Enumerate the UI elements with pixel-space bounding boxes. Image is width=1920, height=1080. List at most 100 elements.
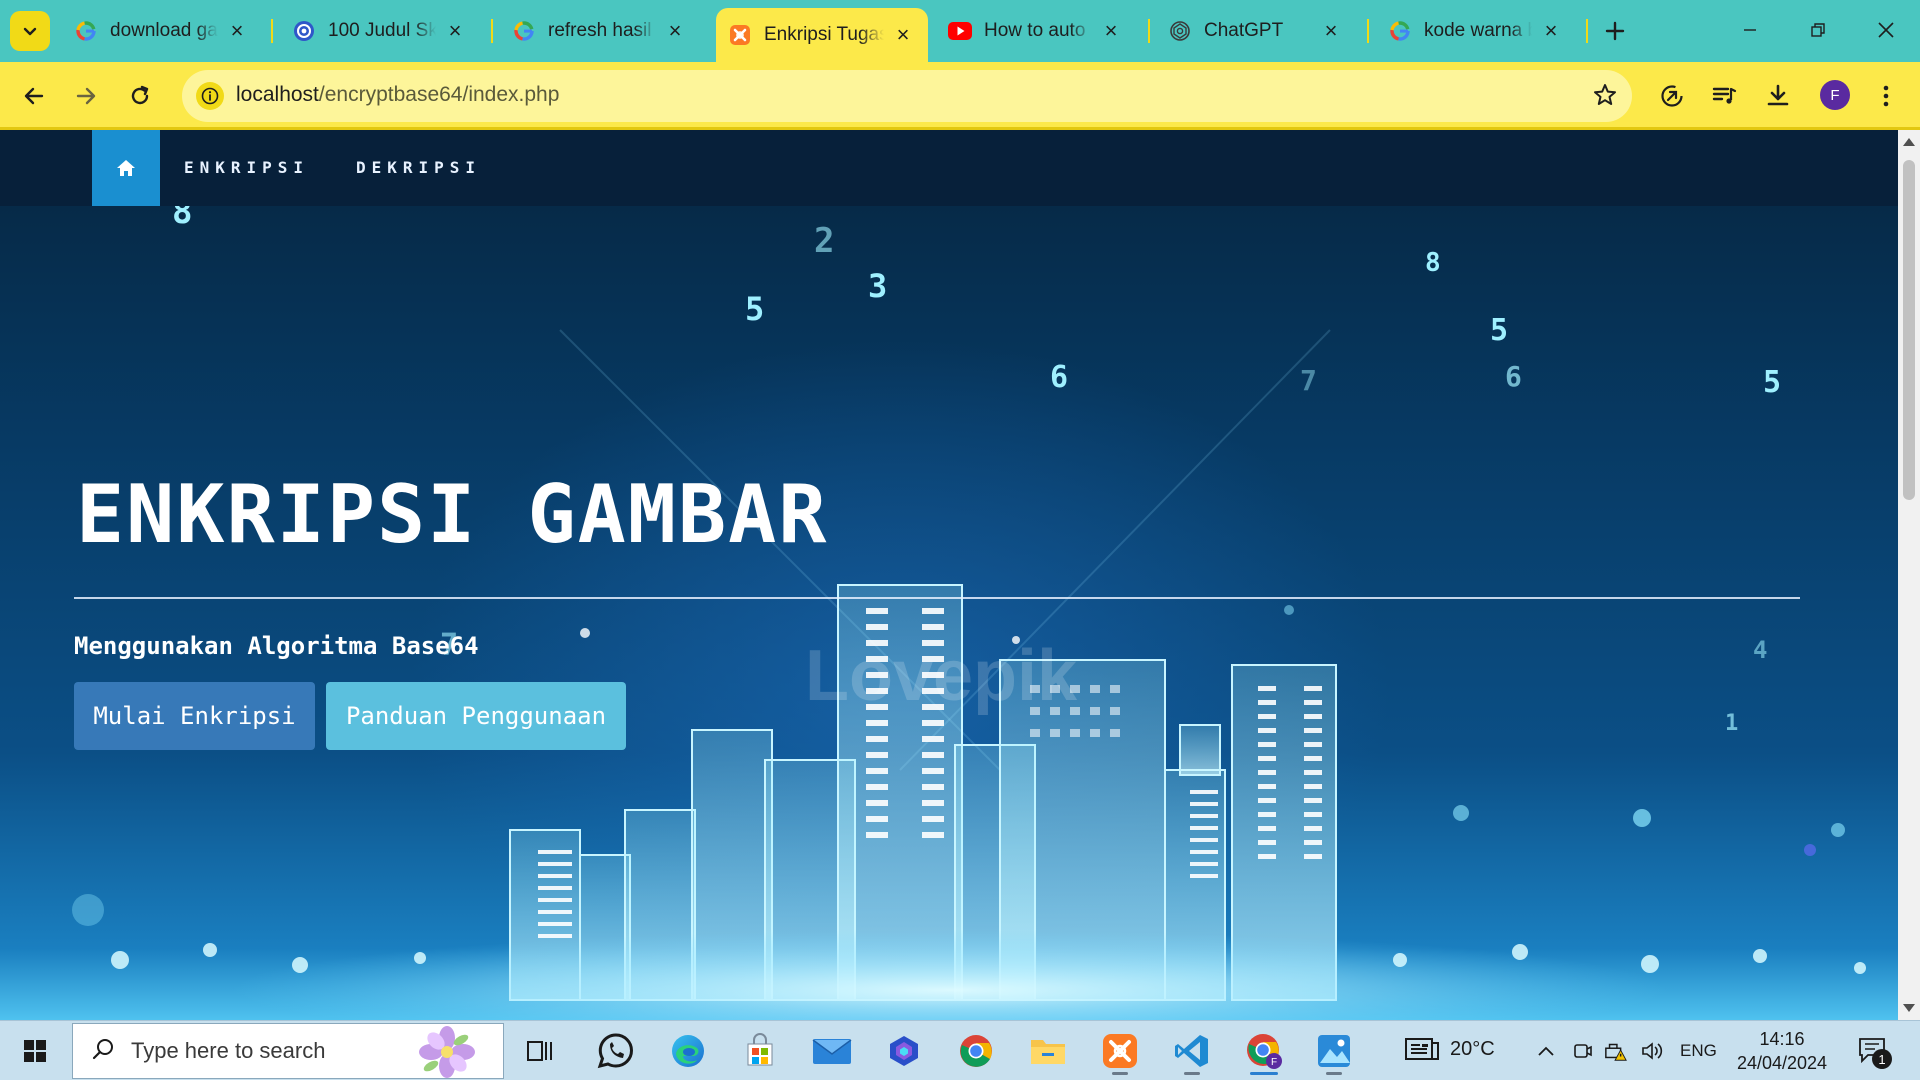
system-clock[interactable]: 14:16 24/04/2024 bbox=[1734, 1027, 1830, 1075]
taskbar-app-whatsapp[interactable] bbox=[592, 1027, 640, 1075]
tab-separator bbox=[1586, 19, 1588, 43]
tab-title: ChatGPT bbox=[1204, 20, 1284, 41]
performance-button[interactable] bbox=[1652, 76, 1692, 116]
taskbar-app-photos[interactable] bbox=[1310, 1027, 1358, 1075]
background-digit: 7 bbox=[1300, 364, 1317, 397]
tab-kode-warna[interactable]: kode warna b × bbox=[1376, 10, 1576, 52]
restore-button[interactable] bbox=[1784, 0, 1852, 60]
plus-icon bbox=[1605, 21, 1625, 41]
close-icon[interactable]: × bbox=[1100, 20, 1122, 42]
close-icon[interactable]: × bbox=[892, 24, 914, 46]
windows-taskbar: Type here to search F 20°C ENG 14:16 24/… bbox=[0, 1020, 1920, 1080]
media-queue-icon bbox=[1712, 87, 1737, 104]
bookmark-star-icon[interactable] bbox=[1592, 82, 1618, 113]
background-digit: 6 bbox=[1050, 360, 1068, 395]
site-navbar: ENKRIPSI DEKRIPSI bbox=[0, 130, 1898, 206]
store-icon bbox=[747, 1033, 773, 1066]
tab-separator bbox=[1367, 19, 1369, 43]
google-icon bbox=[74, 19, 98, 43]
close-window-button[interactable] bbox=[1852, 0, 1920, 60]
background-digit: 2 bbox=[814, 221, 834, 261]
minimize-button[interactable] bbox=[1716, 0, 1784, 60]
usage-guide-button[interactable]: Panduan Penggunaan bbox=[326, 682, 626, 750]
tab-download-gambar[interactable]: download gambar × bbox=[62, 10, 262, 52]
chevron-down-icon bbox=[23, 27, 37, 36]
weather-icon bbox=[1405, 1038, 1439, 1060]
clock-date: 24/04/2024 bbox=[1736, 1053, 1828, 1073]
taskbar-app-chrome[interactable] bbox=[952, 1027, 1000, 1075]
reload-button[interactable] bbox=[120, 76, 160, 116]
reload-icon bbox=[131, 85, 149, 105]
notification-center-button[interactable]: 1 bbox=[1858, 1037, 1892, 1069]
close-icon[interactable]: × bbox=[226, 20, 248, 42]
download-icon bbox=[1767, 84, 1789, 106]
chatgpt-icon bbox=[1168, 19, 1192, 43]
browser-menu-button[interactable] bbox=[1866, 76, 1906, 116]
windows-logo-icon bbox=[24, 1040, 46, 1062]
copilot-icon bbox=[890, 1036, 918, 1066]
nav-item-enkripsi[interactable]: ENKRIPSI bbox=[184, 158, 309, 177]
site-info-icon[interactable] bbox=[196, 82, 224, 110]
close-icon[interactable]: × bbox=[1540, 20, 1562, 42]
reading-list-button[interactable] bbox=[1704, 76, 1744, 116]
volume-icon[interactable] bbox=[1640, 1039, 1664, 1063]
profile-avatar[interactable]: F bbox=[1820, 80, 1850, 110]
close-icon[interactable]: × bbox=[444, 20, 466, 42]
page-scrollbar[interactable] bbox=[1898, 130, 1920, 1020]
taskbar-app-store[interactable] bbox=[736, 1027, 784, 1075]
close-icon[interactable]: × bbox=[664, 20, 686, 42]
network-warning-icon[interactable] bbox=[1604, 1039, 1628, 1063]
address-bar[interactable]: localhost/encryptbase64/index.php bbox=[182, 70, 1632, 122]
tab-how-to-auto[interactable]: How to auto r × bbox=[936, 10, 1136, 52]
tab-title: 100 Judul Skripsi bbox=[328, 20, 436, 41]
tab-enkripsi-tugas[interactable]: Enkripsi Tugas × bbox=[716, 8, 928, 62]
background-digit: 1 bbox=[1725, 711, 1738, 736]
back-button[interactable] bbox=[14, 76, 54, 116]
taskbar-app-copilot[interactable] bbox=[880, 1027, 928, 1075]
tab-title: download gambar bbox=[110, 20, 218, 41]
scroll-down-arrow-icon[interactable] bbox=[1903, 1004, 1915, 1012]
meet-now-icon[interactable] bbox=[1570, 1039, 1594, 1063]
start-encryption-button[interactable]: Mulai Enkripsi bbox=[74, 682, 315, 750]
new-tab-button[interactable] bbox=[1598, 14, 1632, 48]
show-hidden-icons-chevron-up-icon[interactable] bbox=[1534, 1039, 1558, 1063]
taskbar-app-chrome-profile[interactable]: F bbox=[1240, 1027, 1288, 1075]
scrollbar-thumb[interactable] bbox=[1903, 160, 1915, 500]
chrome-profile-icon: F bbox=[1247, 1034, 1282, 1069]
taskbar-search-box[interactable]: Type here to search bbox=[72, 1023, 504, 1079]
weather-widget[interactable]: 20°C bbox=[1404, 1035, 1495, 1063]
photos-icon bbox=[1318, 1035, 1350, 1067]
notification-count-badge: 1 bbox=[1872, 1049, 1892, 1069]
tab-refresh-hasil-php[interactable]: refresh hasil php × bbox=[500, 10, 700, 52]
svg-text:F: F bbox=[1271, 1057, 1277, 1068]
start-button[interactable] bbox=[10, 1033, 60, 1069]
search-icon bbox=[91, 1037, 115, 1066]
tab-100-judul-skripsi[interactable]: 100 Judul Skripsi × bbox=[280, 10, 480, 52]
tab-title: Enkripsi Tugas bbox=[764, 24, 884, 45]
hero-title: ENKRIPSI GAMBAR bbox=[76, 468, 829, 561]
taskbar-app-xampp[interactable] bbox=[1096, 1027, 1144, 1075]
task-view-button[interactable] bbox=[516, 1027, 564, 1075]
background-digit: 8 bbox=[1425, 248, 1441, 278]
nav-home-button[interactable] bbox=[92, 130, 160, 206]
taskbar-app-vscode[interactable] bbox=[1168, 1027, 1216, 1075]
forward-button[interactable] bbox=[66, 76, 106, 116]
flower-icon bbox=[417, 1026, 477, 1080]
background-digit: 5 bbox=[745, 290, 764, 328]
tab-chatgpt[interactable]: ChatGPT × bbox=[1156, 10, 1356, 52]
taskbar-app-mail[interactable] bbox=[808, 1027, 856, 1075]
taskbar-app-file-explorer[interactable] bbox=[1024, 1027, 1072, 1075]
downloads-button[interactable] bbox=[1758, 76, 1798, 116]
web-page: 8 2 3 5 6 8 5 6 5 7 7 1 4 Lovepik ENKRIP… bbox=[0, 130, 1898, 1020]
tab-search-button[interactable] bbox=[10, 11, 50, 51]
close-icon[interactable]: × bbox=[1320, 20, 1342, 42]
background-digit: 5 bbox=[1490, 313, 1508, 348]
taskbar-app-edge[interactable] bbox=[664, 1027, 712, 1075]
nav-item-dekripsi[interactable]: DEKRIPSI bbox=[356, 158, 481, 177]
folder-icon bbox=[1031, 1040, 1065, 1064]
scroll-up-arrow-icon[interactable] bbox=[1903, 138, 1915, 146]
watermark-text: Lovepik bbox=[805, 636, 1078, 716]
tab-title: How to auto r bbox=[984, 20, 1092, 41]
input-language[interactable]: ENG bbox=[1680, 1041, 1717, 1061]
url-text: localhost/encryptbase64/index.php bbox=[236, 83, 559, 107]
